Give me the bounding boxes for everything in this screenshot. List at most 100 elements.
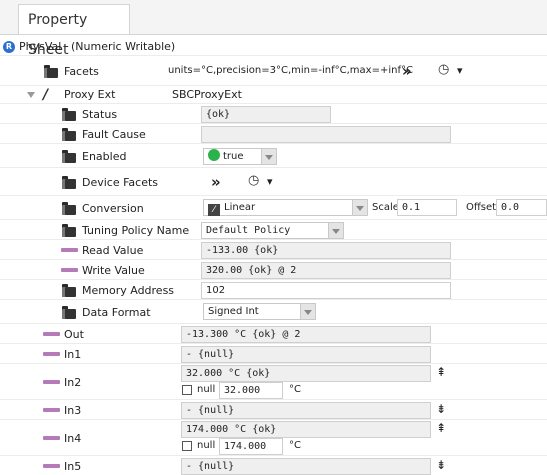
slot-dash-icon <box>61 248 78 252</box>
in3-field: - {null} <box>181 402 431 419</box>
dropdown-arrow-icon <box>261 149 276 164</box>
move-up-icon[interactable]: ⇞ <box>436 421 446 435</box>
folder-icon <box>62 284 77 297</box>
data-format-row: Data Format Signed Int <box>0 300 547 324</box>
in2-null-label: null <box>197 384 216 395</box>
conversion-label: Conversion <box>82 202 144 215</box>
move-down-icon[interactable]: ⇟ <box>436 402 446 416</box>
offset-input[interactable]: 0.0 <box>496 199 547 216</box>
tuning-policy-label: Tuning Policy Name <box>82 224 190 237</box>
device-facets-clock-icon[interactable]: ◷ <box>248 173 259 188</box>
status-green-icon <box>208 149 220 161</box>
folder-icon <box>62 128 77 141</box>
in4-null-checkbox[interactable] <box>182 441 192 451</box>
tab-property-sheet[interactable]: Property Sheet <box>18 4 130 58</box>
in1-row: In1 - {null} <box>0 344 547 364</box>
device-facets-row: Device Facets » ◷ ▾ <box>0 168 547 196</box>
root-name: PhysVal <box>19 40 62 53</box>
device-facets-edit-chevron-icon[interactable]: » <box>211 173 221 191</box>
folder-icon <box>62 202 77 215</box>
status-row: Status {ok} <box>0 104 547 124</box>
dropdown-arrow-icon <box>300 304 315 319</box>
folder-icon <box>62 176 77 189</box>
proxy-ext-value: SBCProxyExt <box>172 88 242 101</box>
in2-field: 32.000 °C {ok} <box>181 365 431 382</box>
fault-cause-row: Fault Cause <box>0 124 547 144</box>
out-field: -13.300 °C {ok} @ 2 <box>181 326 431 343</box>
facets-dropdown-caret-icon[interactable]: ▾ <box>457 64 463 77</box>
dropdown-arrow-icon <box>328 223 343 238</box>
facets-label: Facets <box>64 65 99 78</box>
in3-label: In3 <box>64 404 82 417</box>
memory-address-row: Memory Address 102 <box>0 280 547 300</box>
read-value-row: Read Value -133.00 {ok} <box>0 240 547 260</box>
facets-clock-icon[interactable]: ◷ <box>438 62 449 77</box>
root-type: (Numeric Writable) <box>71 40 176 53</box>
in4-row: In4 174.000 °C {ok} ⇞ null 174.000 °C <box>0 420 547 456</box>
in5-row: In5 - {null} ⇟ <box>0 456 547 475</box>
scale-label: Scale <box>372 202 399 213</box>
status-field: {ok} <box>201 106 331 123</box>
facets-value: units=°C,precision=3°C,min=-inf°C,max=+i… <box>168 65 413 76</box>
in5-label: In5 <box>64 460 82 473</box>
proxy-ext-row[interactable]: / Proxy Ext SBCProxyExt <box>0 86 547 104</box>
in2-label: In2 <box>64 376 82 389</box>
linear-icon: ⁄ <box>208 204 220 216</box>
write-value-row: Write Value 320.00 {ok} @ 2 <box>0 260 547 280</box>
folder-icon <box>62 150 77 163</box>
slot-dash-icon <box>43 408 60 412</box>
in4-unit: °C <box>289 440 301 451</box>
enabled-select[interactable]: true <box>203 148 277 165</box>
writable-badge-icon: R <box>3 41 15 53</box>
enabled-row: Enabled true <box>0 144 547 168</box>
enabled-label: Enabled <box>82 150 127 163</box>
status-label: Status <box>82 108 118 121</box>
facets-row: Facets units=°C,precision=3°C,min=-inf°C… <box>0 56 547 86</box>
in4-null-label: null <box>197 440 216 451</box>
conversion-value: Linear <box>224 202 256 213</box>
slot-dash-icon <box>43 380 60 384</box>
move-down-icon[interactable]: ⇟ <box>436 458 446 472</box>
facets-edit-chevron-icon[interactable]: » <box>402 62 412 80</box>
in5-field: - {null} <box>181 458 431 475</box>
fault-cause-field <box>201 126 451 143</box>
offset-label: Offset <box>466 202 497 213</box>
move-up-icon[interactable]: ⇞ <box>436 365 446 379</box>
tab-bar: Property Sheet <box>0 0 547 58</box>
out-row: Out -13.300 °C {ok} @ 2 <box>0 324 547 344</box>
folder-icon <box>62 224 77 237</box>
data-format-select[interactable]: Signed Int <box>203 303 316 320</box>
data-format-value: Signed Int <box>208 306 259 317</box>
scale-input[interactable]: 0.1 <box>397 199 457 216</box>
folder-icon <box>62 108 77 121</box>
root-row[interactable]: R PhysVal (Numeric Writable) <box>0 38 547 56</box>
in4-label: In4 <box>64 432 82 445</box>
tuning-policy-select[interactable]: Default Policy <box>201 222 344 239</box>
conversion-select[interactable]: ⁄ Linear <box>203 199 368 216</box>
in2-value-input[interactable]: 32.000 <box>219 382 283 399</box>
slot-dash-icon <box>61 268 78 272</box>
tuning-policy-value: Default Policy <box>206 225 291 236</box>
in2-null-checkbox[interactable] <box>182 385 192 395</box>
conversion-row: Conversion ⁄ Linear Scale 0.1 Offset 0.0 <box>0 196 547 220</box>
expand-collapse-icon[interactable] <box>27 92 35 98</box>
read-value-field: -133.00 {ok} <box>201 242 451 259</box>
in1-label: In1 <box>64 348 82 361</box>
in1-field: - {null} <box>181 346 431 363</box>
write-value-label: Write Value <box>82 264 145 277</box>
proxy-ext-label: Proxy Ext <box>64 88 116 101</box>
read-value-label: Read Value <box>82 244 144 257</box>
dropdown-arrow-icon <box>352 200 367 215</box>
in4-field: 174.000 °C {ok} <box>181 421 431 438</box>
out-label: Out <box>64 328 84 341</box>
slot-dash-icon <box>43 352 60 356</box>
device-facets-label: Device Facets <box>82 176 159 189</box>
memory-address-input[interactable]: 102 <box>201 282 451 299</box>
device-facets-caret-icon[interactable]: ▾ <box>267 175 273 188</box>
enabled-value: true <box>223 151 244 162</box>
in3-row: In3 - {null} ⇟ <box>0 400 547 420</box>
tuning-policy-row: Tuning Policy Name Default Policy <box>0 220 547 240</box>
in4-value-input[interactable]: 174.000 <box>219 438 283 455</box>
slot-dash-icon <box>43 332 60 336</box>
in2-unit: °C <box>289 384 301 395</box>
